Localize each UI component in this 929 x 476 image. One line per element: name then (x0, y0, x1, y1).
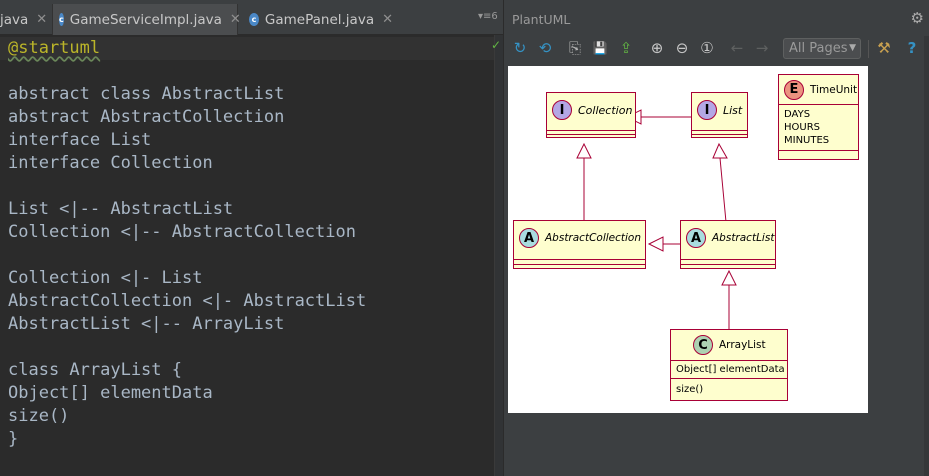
enum-constant: HOURS (784, 122, 821, 133)
class-name: ArrayList (719, 339, 766, 351)
enum-constant: DAYS (784, 109, 811, 120)
code-line: size() (8, 406, 70, 426)
inheritance-arrowhead (647, 236, 664, 252)
class-name: AbstractCollection (545, 232, 642, 244)
plantuml-pane: PlantUML ⚙ ↻ ⟲ ⎘ 💾 ⇪ ⊕ ⊖ ① ← → All Pages… (503, 0, 929, 476)
inheritance-arrowhead (712, 142, 728, 159)
copy-icon[interactable]: ⎘ (565, 38, 585, 58)
inheritance-arrowhead (721, 269, 737, 286)
export-icon[interactable]: ⇪ (616, 38, 636, 58)
close-icon[interactable]: ✕ (382, 12, 393, 27)
chevron-down-icon: ▼ (849, 43, 856, 53)
tab-label: GamePanel.java (264, 11, 375, 28)
zoom-in-icon[interactable]: ⊕ (647, 38, 667, 58)
interface-badge-icon: I (552, 100, 572, 120)
interface-badge-icon: I (697, 100, 717, 120)
refresh-icon[interactable]: ↻ (510, 38, 530, 58)
code-line: Collection <|-- AbstractCollection (8, 222, 356, 242)
prev-page-icon[interactable]: ← (727, 38, 747, 58)
editor-tab-bar: java ✕ c GameServiceImpl.java ✕ c GamePa… (0, 0, 503, 35)
editor-scrollbar[interactable] (494, 35, 503, 476)
java-class-icon: c (249, 13, 259, 26)
editor-pane: java ✕ c GameServiceImpl.java ✕ c GamePa… (0, 0, 503, 476)
enum-constant: MINUTES (784, 135, 830, 146)
class-badge-icon: C (693, 335, 713, 355)
diagram-canvas: I Collection I List E TimeUnit DAYS HOUR… (508, 66, 868, 413)
plantuml-header: PlantUML ⚙ (504, 0, 929, 35)
code-editor[interactable]: @startuml abstract class AbstractList abst… (0, 35, 494, 476)
code-line: class ArrayList { (8, 360, 182, 380)
class-name: List (723, 103, 743, 117)
code-line: @startuml (8, 38, 101, 58)
code-line: abstract class AbstractList (8, 84, 285, 104)
code-line: List <|-- AbstractList (8, 199, 234, 219)
save-icon[interactable]: 💾 (590, 38, 610, 58)
code-line: } (8, 429, 19, 449)
class-name: AbstractList (712, 232, 775, 244)
inheritance-arrowhead (576, 142, 592, 159)
uml-interface-collection: I Collection (546, 92, 636, 138)
code-line: interface Collection (8, 153, 213, 173)
java-class-icon: c (59, 13, 64, 26)
class-name: TimeUnit (810, 83, 858, 96)
uml-abstract-abstractcollection: A AbstractCollection (513, 220, 646, 269)
tab-gamepanel[interactable]: c GamePanel.java ✕ (243, 4, 393, 35)
uml-class-arraylist: C ArrayList Object[] elementData size() (670, 329, 788, 401)
code-line: interface List (8, 130, 152, 150)
enum-badge-icon: E (784, 79, 804, 100)
class-method: size() (676, 384, 704, 395)
relation-abstractlist-list (719, 157, 727, 223)
class-field: Object[] elementData (676, 364, 785, 375)
zoom-out-icon[interactable]: ⊖ (672, 38, 692, 58)
uml-enum-timeunit: E TimeUnit DAYS HOURS MINUTES (778, 74, 859, 160)
next-page-icon[interactable]: → (752, 38, 772, 58)
plantuml-toolbar: ↻ ⟲ ⎘ 💾 ⇪ ⊕ ⊖ ① ← → All Pages ▼ ⚒ ? (504, 36, 929, 62)
uml-abstract-abstractlist: A AbstractList (680, 220, 776, 269)
pages-select-value: All Pages (789, 41, 848, 56)
sync-icon[interactable]: ⟲ (535, 38, 555, 58)
plantuml-scrollbar[interactable] (924, 36, 929, 476)
analysis-ok-icon: ✓ (491, 38, 502, 52)
settings-icon[interactable]: ⚒ (874, 38, 894, 58)
code-line: Object[] elementData (8, 383, 213, 403)
code-line: AbstractCollection <|- AbstractList (8, 291, 367, 311)
abstract-badge-icon: A (686, 228, 706, 248)
tab-label: GameServiceImpl.java (69, 11, 222, 28)
tab-java[interactable]: java ✕ (0, 4, 47, 35)
abstract-badge-icon: A (519, 228, 539, 248)
close-icon[interactable]: ✕ (36, 12, 47, 27)
plantuml-title: PlantUML (512, 12, 571, 27)
class-name: Collection (578, 103, 633, 117)
toolbar-divider (868, 40, 869, 58)
code-line: abstract AbstractCollection (8, 107, 285, 127)
help-icon[interactable]: ? (902, 38, 922, 58)
tab-overflow-menu-icon[interactable]: ▾≡6 (478, 11, 498, 22)
uml-interface-list: I List (691, 92, 748, 138)
code-line: AbstractList <|-- ArrayList (8, 314, 285, 334)
code-line: Collection <|- List (8, 268, 203, 288)
zoom-actual-icon[interactable]: ① (697, 38, 717, 58)
tab-label: java (0, 11, 29, 28)
tab-gameserviceimpl[interactable]: c GameServiceImpl.java ✕ (52, 4, 241, 35)
pages-select[interactable]: All Pages ▼ (783, 38, 861, 59)
settings-gear-icon[interactable]: ⚙ (911, 9, 924, 27)
close-icon[interactable]: ✕ (230, 12, 241, 27)
